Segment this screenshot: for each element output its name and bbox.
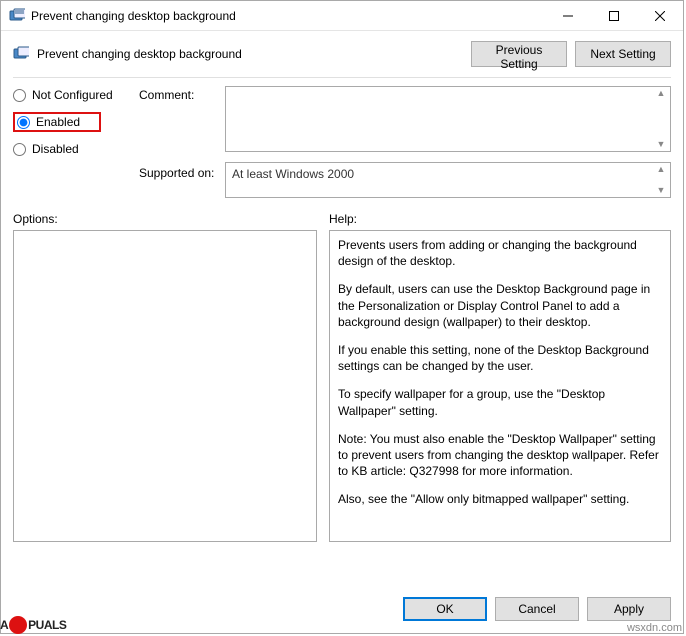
radio-not-configured-input[interactable] [13, 89, 26, 102]
watermark-logo-right: PUALS [28, 618, 66, 632]
header-row: Prevent changing desktop background Prev… [1, 31, 683, 73]
radio-disabled[interactable]: Disabled [13, 142, 133, 156]
comment-textarea[interactable]: ▲▼ [225, 86, 671, 152]
options-pane [13, 230, 317, 542]
radio-enabled-input[interactable] [17, 116, 30, 129]
divider [13, 77, 671, 78]
help-label: Help: [329, 212, 671, 226]
watermark-logo: A PUALS [0, 616, 66, 634]
pane-labels: Options: Help: [1, 198, 683, 230]
dialog-window: Prevent changing desktop background Prev… [0, 0, 684, 634]
options-label: Options: [13, 212, 329, 226]
radio-enabled[interactable]: Enabled [13, 112, 101, 132]
cancel-button[interactable]: Cancel [495, 597, 579, 621]
scroll-down-icon[interactable]: ▼ [654, 140, 668, 149]
state-radio-group: Not Configured Enabled Disabled [13, 86, 133, 156]
radio-not-configured-label: Not Configured [32, 88, 113, 102]
watermark-logo-left: A [0, 618, 8, 632]
radio-disabled-input[interactable] [13, 143, 26, 156]
supported-scrollbar[interactable]: ▲▼ [654, 165, 668, 195]
comment-scrollbar[interactable]: ▲▼ [654, 89, 668, 149]
help-paragraph: To specify wallpaper for a group, use th… [338, 386, 662, 418]
next-setting-button[interactable]: Next Setting [575, 41, 671, 67]
radio-not-configured[interactable]: Not Configured [13, 88, 133, 102]
app-icon [9, 8, 25, 24]
supported-on-box: At least Windows 2000 ▲▼ [225, 162, 671, 198]
footer: OK Cancel Apply [1, 587, 683, 633]
watermark-url: wsxdn.com [627, 622, 682, 634]
radio-enabled-label: Enabled [36, 115, 80, 129]
help-paragraph: Note: You must also enable the "Desktop … [338, 431, 662, 480]
help-paragraph: Also, see the "Allow only bitmapped wall… [338, 491, 662, 507]
ok-button[interactable]: OK [403, 597, 487, 621]
scroll-up-icon[interactable]: ▲ [654, 89, 668, 98]
minimize-button[interactable] [545, 1, 591, 31]
help-paragraph: If you enable this setting, none of the … [338, 342, 662, 374]
help-pane: Prevents users from adding or changing t… [329, 230, 671, 542]
titlebar: Prevent changing desktop background [1, 1, 683, 31]
close-button[interactable] [637, 1, 683, 31]
previous-setting-button[interactable]: Previous Setting [471, 41, 567, 67]
help-paragraph: Prevents users from adding or changing t… [338, 237, 662, 269]
scroll-up-icon[interactable]: ▲ [654, 165, 668, 174]
supported-label: Supported on: [139, 156, 219, 198]
scroll-down-icon[interactable]: ▼ [654, 186, 668, 195]
help-paragraph: By default, users can use the Desktop Ba… [338, 281, 662, 330]
maximize-button[interactable] [591, 1, 637, 31]
policy-title: Prevent changing desktop background [37, 47, 463, 61]
window-title: Prevent changing desktop background [31, 9, 545, 23]
apply-button[interactable]: Apply [587, 597, 671, 621]
watermark-logo-dot-icon [9, 616, 27, 634]
policy-icon [13, 46, 29, 62]
settings-grid: Not Configured Enabled Disabled Comment:… [1, 86, 683, 198]
panes-row: Prevents users from adding or changing t… [1, 230, 683, 542]
comment-label: Comment: [139, 86, 219, 156]
supported-on-text: At least Windows 2000 [232, 167, 354, 181]
radio-disabled-label: Disabled [32, 142, 79, 156]
